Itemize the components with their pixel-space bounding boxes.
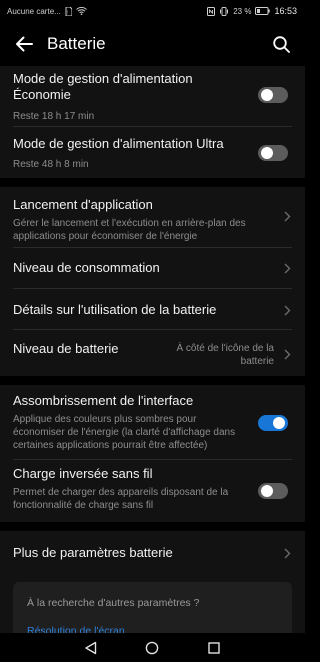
- page-title: Batterie: [47, 34, 106, 53]
- power-modes-section: Mode de gestion d'alimentation Économie …: [0, 66, 305, 178]
- screen-resolution-link[interactable]: Résolution de l'écran: [27, 625, 125, 633]
- section-divider: [0, 522, 305, 531]
- back-arrow-icon: [16, 36, 33, 52]
- settings-content: Mode de gestion d'alimentation Économie …: [0, 66, 305, 633]
- ultra-mode-row[interactable]: Mode de gestion d'alimentation Ultra Res…: [13, 127, 292, 178]
- triangle-back-icon: [85, 641, 97, 654]
- chevron-right-icon: [282, 261, 292, 275]
- dark-interface-description: Applique des couleurs plus sombres pour …: [13, 414, 236, 451]
- battery-level-value: À côté de l'icône de la batterie: [176, 343, 274, 367]
- app-bar: Batterie: [0, 22, 305, 66]
- clock: 16:53: [274, 6, 297, 16]
- more-battery-settings-row[interactable]: Plus de paramètres batterie: [13, 531, 292, 573]
- app-launch-title: Lancement d'application: [13, 197, 153, 212]
- status-bar: Aucune carte... ! 23 % 16:53: [0, 0, 305, 22]
- section-divider: [0, 178, 305, 187]
- eco-mode-row[interactable]: Mode de gestion d'alimentation Économie …: [13, 66, 292, 127]
- nav-home-button[interactable]: [142, 638, 162, 658]
- sim-icon: !: [65, 6, 72, 16]
- usage-details-row[interactable]: Détails sur l'utilisation de la batterie: [13, 289, 292, 330]
- app-launch-row[interactable]: Lancement d'application Gérer le lanceme…: [13, 187, 292, 248]
- usage-details-title: Détails sur l'utilisation de la batterie: [13, 302, 217, 317]
- dark-interface-row[interactable]: Assombrissement de l'interface Applique …: [13, 385, 292, 460]
- ultra-mode-remaining: Reste 48 h 8 min: [13, 159, 89, 170]
- eco-mode-title: Mode de gestion d'alimentation Économie: [13, 71, 193, 102]
- dark-interface-toggle[interactable]: [258, 415, 288, 431]
- battery-options-section: Lancement d'application Gérer le lanceme…: [0, 187, 305, 376]
- ultra-mode-title: Mode de gestion d'alimentation Ultra: [13, 136, 224, 151]
- more-battery-settings-title: Plus de paramètres batterie: [13, 545, 173, 560]
- eco-mode-toggle[interactable]: [258, 87, 288, 103]
- chevron-right-icon: [282, 347, 292, 361]
- display-section: Assombrissement de l'interface Applique …: [0, 385, 305, 522]
- svg-text:!: !: [67, 10, 69, 15]
- toggle-knob: [261, 485, 273, 497]
- circle-home-icon: [146, 641, 159, 654]
- reverse-charge-description: Permet de charger des appareils disposan…: [13, 487, 229, 511]
- back-button[interactable]: [9, 29, 39, 59]
- battery-level-title: Niveau de batterie: [13, 341, 119, 356]
- consumption-level-title: Niveau de consommation: [13, 260, 160, 275]
- nav-recents-button[interactable]: [204, 638, 224, 658]
- battery-icon: [255, 7, 271, 15]
- chevron-right-icon: [282, 209, 292, 223]
- suggestion-card: À la recherche d'autres paramètres ? Rés…: [13, 582, 292, 633]
- section-divider: [0, 376, 305, 385]
- suggestion-title: À la recherche d'autres paramètres ?: [27, 597, 200, 609]
- reverse-charge-row[interactable]: Charge inversée sans fil Permet de charg…: [13, 460, 292, 522]
- nav-back-button[interactable]: [81, 638, 101, 658]
- battery-level-row[interactable]: Niveau de batterie À côté de l'icône de …: [13, 330, 292, 376]
- toggle-knob: [261, 89, 273, 101]
- battery-percent: 23 %: [233, 6, 252, 16]
- wifi-icon: [75, 7, 87, 15]
- system-nav-bar: [0, 633, 305, 662]
- carrier-label: Aucune carte...: [7, 6, 61, 16]
- ultra-mode-toggle[interactable]: [258, 145, 288, 161]
- reverse-charge-toggle[interactable]: [258, 483, 288, 499]
- search-button[interactable]: [266, 29, 296, 59]
- dark-interface-title: Assombrissement de l'interface: [13, 393, 194, 408]
- nfc-icon: [207, 6, 216, 16]
- chevron-right-icon: [282, 546, 292, 560]
- search-icon: [272, 35, 290, 53]
- toggle-knob: [261, 147, 273, 159]
- vibrate-icon: [219, 6, 229, 16]
- toggle-knob: [273, 417, 285, 429]
- consumption-level-row[interactable]: Niveau de consommation: [13, 248, 292, 289]
- chevron-right-icon: [282, 303, 292, 317]
- app-launch-description: Gérer le lancement et l'exécution en arr…: [13, 218, 246, 242]
- square-recents-icon: [208, 641, 220, 654]
- more-section: Plus de paramètres batterie: [0, 531, 305, 573]
- reverse-charge-title: Charge inversée sans fil: [13, 466, 153, 481]
- eco-mode-remaining: Reste 18 h 17 min: [13, 111, 95, 122]
